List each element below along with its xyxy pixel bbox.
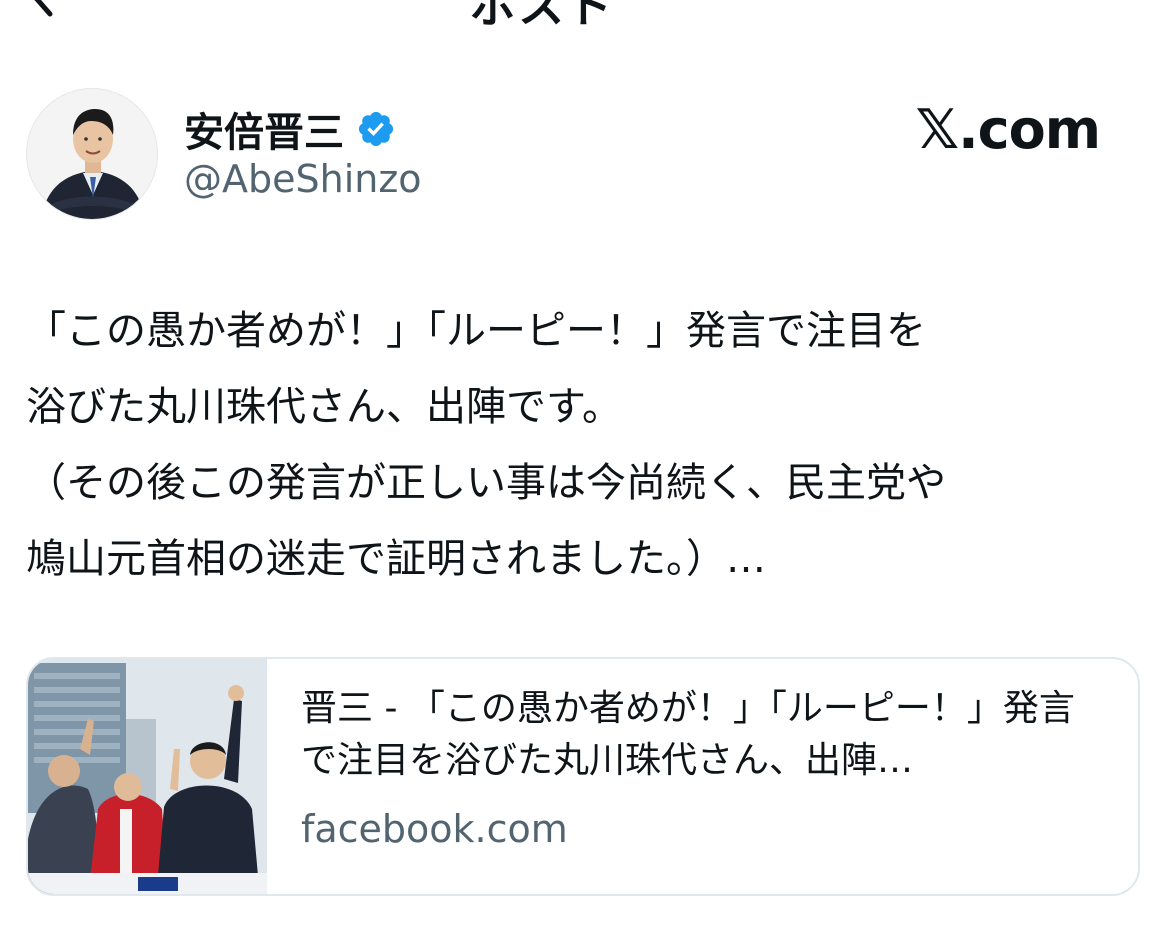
link-preview-card[interactable]: 晋三 - 「この愚か者めが！」「ルーピー！」発言で注目を浴びた丸川珠代さん、出陣…	[26, 657, 1140, 896]
link-thumbnail-image	[28, 659, 267, 894]
tweet-screenshot: ポスト 安倍晋三 @AbeShinzo 𝕏.com 「この愚か者めが！」「ルーピ…	[0, 0, 1170, 946]
chevron-left-icon[interactable]	[24, 0, 64, 18]
link-card-body[interactable]: 晋三 - 「この愚か者めが！」「ルーピー！」発言で注目を浴びた丸川珠代さん、出陣…	[267, 659, 1138, 894]
author-handle[interactable]: @AbeShinzo	[184, 157, 422, 201]
link-card-domain[interactable]: facebook.com	[301, 807, 1108, 851]
link-card-title[interactable]: 晋三 - 「この愚か者めが！」「ルーピー！」発言で注目を浴びた丸川珠代さん、出陣…	[301, 683, 1101, 787]
x-com-logo: 𝕏.com	[915, 98, 1101, 161]
header-title: ポスト	[470, 0, 614, 33]
verified-badge-icon	[358, 111, 394, 147]
avatar-portrait-image	[27, 89, 157, 219]
author-display-name[interactable]: 安倍晋三	[184, 100, 344, 158]
avatar[interactable]	[26, 88, 158, 220]
author-name-row[interactable]: 安倍晋三	[184, 100, 396, 158]
tweet-text: 「この愚か者めが！」「ルーピー！」発言で注目を 浴びた丸川珠代さん、出陣です。 …	[26, 308, 946, 582]
top-bar: ポスト	[0, 0, 1170, 33]
